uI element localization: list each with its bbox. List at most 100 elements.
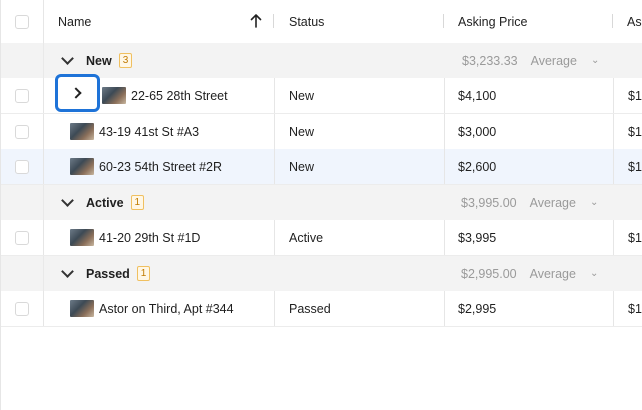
- next-column-value: $1:: [628, 124, 642, 139]
- column-divider: [444, 149, 445, 184]
- caret-down-icon[interactable]: ⌄: [590, 197, 598, 208]
- asking-price: $4,100: [458, 88, 497, 103]
- group-row-new[interactable]: New 3 $3,233.33 Average ⌄: [0, 43, 642, 78]
- column-divider: [444, 114, 445, 149]
- column-header-next[interactable]: As: [627, 0, 642, 43]
- data-grid: Name Status Asking Price As New 3 $3,233…: [0, 0, 642, 410]
- group-row-passed[interactable]: Passed 1 $2,995.00 Average ⌄: [0, 256, 642, 291]
- next-column-value: $1:: [628, 301, 642, 316]
- table-row[interactable]: 41-20 29th St #1D Active $3,995 $1!: [0, 220, 642, 256]
- grid-border: [0, 0, 1, 410]
- status-text: Passed: [289, 301, 331, 316]
- cell-status: New: [289, 114, 314, 149]
- cell-name: 43-19 41st St #A3: [70, 114, 199, 149]
- group-count-badge: 3: [118, 53, 133, 68]
- caret-down-icon[interactable]: ⌄: [591, 55, 599, 66]
- column-divider: [43, 256, 44, 291]
- status-text: New: [289, 88, 315, 103]
- column-header-next-label: As: [627, 14, 642, 29]
- arrow-up-icon[interactable]: [250, 13, 262, 29]
- column-divider: [43, 149, 44, 184]
- table-row[interactable]: Astor on Third, Apt #344 Passed $2,995 $…: [0, 291, 642, 327]
- row-checkbox[interactable]: [15, 124, 29, 139]
- group-aggregate[interactable]: $3,233.33 Average ⌄: [462, 43, 599, 78]
- chevron-down-icon[interactable]: [61, 265, 74, 278]
- chevron-right-icon[interactable]: [70, 87, 82, 99]
- property-name: 22-65 28th Street: [131, 88, 228, 103]
- property-thumbnail: [70, 123, 94, 140]
- group-row-active[interactable]: Active 1 $3,995.00 Average ⌄: [0, 185, 642, 220]
- column-divider: [274, 291, 275, 326]
- column-resize-handle[interactable]: [612, 14, 613, 28]
- cell-asking-price: $3,000: [458, 114, 496, 149]
- property-name: 60-23 54th Street #2R: [99, 159, 222, 174]
- column-divider: [43, 291, 44, 326]
- cell-status: Active: [289, 220, 323, 255]
- cell-asking-price: $2,600: [458, 149, 496, 184]
- property-name: Astor on Third, Apt #344: [99, 301, 234, 316]
- column-header-name-label: Name: [58, 14, 92, 29]
- row-expand-button[interactable]: [55, 74, 100, 112]
- group-toggle[interactable]: Active 1: [61, 185, 145, 220]
- asking-price: $3,000: [458, 124, 497, 139]
- column-divider: [613, 291, 614, 326]
- cell-next: $1:: [628, 291, 642, 326]
- column-divider: [613, 149, 614, 184]
- cell-asking-price: $2,995: [458, 291, 496, 326]
- column-header-asking-price-label: Asking Price: [458, 14, 528, 29]
- cell-next: $1:: [628, 114, 642, 149]
- cell-next: $1(: [628, 78, 642, 113]
- column-divider: [274, 78, 275, 113]
- chevron-down-icon[interactable]: [61, 52, 74, 65]
- group-count-badge: 1: [130, 195, 145, 210]
- status-text: Active: [289, 230, 324, 245]
- cell-name: 60-23 54th Street #2R: [70, 149, 222, 184]
- group-toggle[interactable]: Passed 1: [61, 256, 151, 291]
- column-divider: [274, 220, 275, 255]
- property-thumbnail: [102, 87, 126, 104]
- group-aggregate[interactable]: $2,995.00 Average ⌄: [461, 256, 598, 291]
- property-thumbnail: [70, 300, 94, 317]
- column-divider: [444, 78, 445, 113]
- column-resize-handle[interactable]: [273, 14, 274, 28]
- cell-status: New: [289, 149, 314, 184]
- cell-name: 41-20 29th St #1D: [70, 220, 200, 255]
- column-resize-handle[interactable]: [443, 14, 444, 28]
- column-header-name[interactable]: Name: [58, 0, 91, 43]
- status-text: New: [289, 159, 315, 174]
- column-divider: [43, 43, 44, 78]
- column-header-asking-price[interactable]: Asking Price: [458, 0, 527, 43]
- row-checkbox[interactable]: [15, 159, 29, 174]
- column-divider: [43, 114, 44, 149]
- column-divider: [444, 291, 445, 326]
- asking-price: $3,995: [458, 230, 497, 245]
- row-checkbox[interactable]: [15, 88, 29, 103]
- group-toggle[interactable]: New 3: [61, 43, 133, 78]
- select-all-checkbox[interactable]: [15, 14, 29, 29]
- cell-status: Passed: [289, 291, 331, 326]
- row-checkbox[interactable]: [15, 301, 29, 316]
- group-label: New: [86, 53, 112, 68]
- asking-price: $2,995: [458, 301, 497, 316]
- aggregate-function[interactable]: Average: [530, 267, 576, 281]
- column-divider: [274, 114, 275, 149]
- group-label: Passed: [86, 266, 130, 281]
- row-checkbox[interactable]: [15, 230, 29, 245]
- caret-down-icon[interactable]: ⌄: [590, 268, 598, 279]
- aggregate-function[interactable]: Average: [530, 196, 576, 210]
- aggregate-value: $3,995.00: [461, 195, 517, 210]
- table-row[interactable]: 60-23 54th Street #2R New $2,600 $1(: [0, 149, 642, 185]
- table-row[interactable]: 43-19 41st St #A3 New $3,000 $1:: [0, 114, 642, 150]
- cell-status: New: [289, 78, 314, 113]
- aggregate-value: $3,233.33: [462, 53, 518, 68]
- aggregate-function[interactable]: Average: [531, 54, 577, 68]
- chevron-down-icon[interactable]: [61, 194, 74, 207]
- cell-name: Astor on Third, Apt #344: [70, 291, 234, 326]
- column-divider: [613, 220, 614, 255]
- cell-next: $1(: [628, 149, 642, 184]
- column-header-status[interactable]: Status: [289, 0, 324, 43]
- next-column-value: $1!: [628, 230, 642, 245]
- next-column-value: $1(: [628, 88, 642, 103]
- column-divider: [613, 78, 614, 113]
- group-aggregate[interactable]: $3,995.00 Average ⌄: [461, 185, 598, 220]
